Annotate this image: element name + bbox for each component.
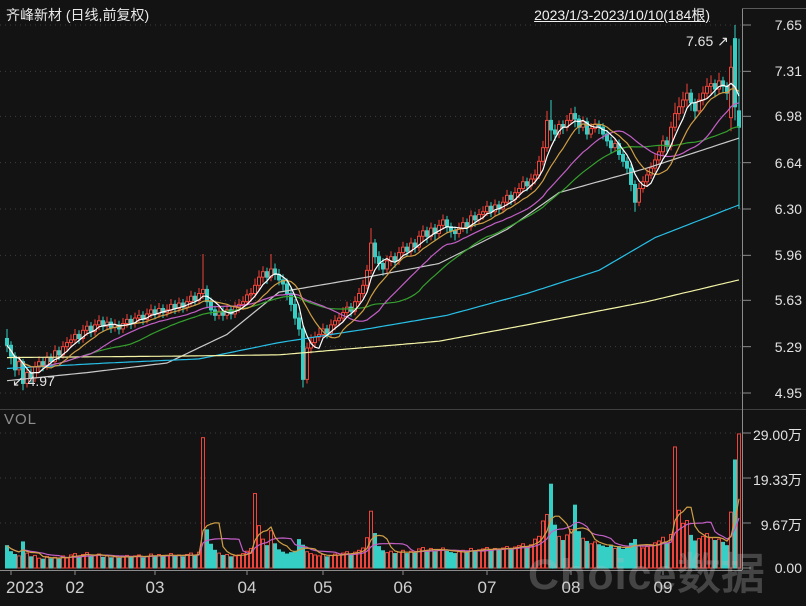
price-tick-label: 7.31 (774, 63, 802, 80)
month-label: 02 (65, 578, 85, 597)
period-high-annotation: 7.65 ↗ (686, 33, 729, 49)
price-tick-label: 5.63 (774, 292, 802, 309)
period-low-annotation: ↙ 4.97 (12, 373, 55, 389)
volume-pane-label: VOL (4, 411, 38, 428)
stock-title: 齐峰新材 (日线,前复权) (6, 7, 150, 23)
chart-plot-area[interactable] (0, 0, 806, 606)
month-label: 08 (561, 578, 581, 597)
month-label: 03 (145, 578, 165, 597)
price-tick-label: 6.64 (774, 154, 802, 171)
volume-tick-label: 0.00 (774, 560, 802, 576)
date-range-link[interactable]: 2023/1/3-2023/10/10(184根) (534, 5, 710, 25)
price-tick-label: 4.95 (774, 385, 802, 401)
volume-tick-label: 19.33万 (752, 472, 802, 488)
volume-tick-label: 9.67万 (760, 516, 802, 533)
price-tick-label: 7.65 (774, 17, 802, 33)
stock-chart-window: 齐峰新材 (日线,前复权) 2023/1/3-2023/10/10(184根) … (0, 0, 806, 606)
month-label: 04 (237, 578, 257, 597)
price-tick-label: 6.98 (774, 108, 802, 125)
price-tick-label: 5.29 (774, 338, 802, 355)
month-label: 07 (477, 578, 497, 597)
price-tick-label: 5.96 (774, 247, 802, 264)
month-label: 06 (393, 578, 413, 597)
price-tick-label: 6.30 (774, 201, 802, 217)
month-label: 05 (313, 578, 333, 597)
volume-tick-label: 29.00万 (752, 427, 802, 443)
month-label: 09 (653, 578, 673, 597)
